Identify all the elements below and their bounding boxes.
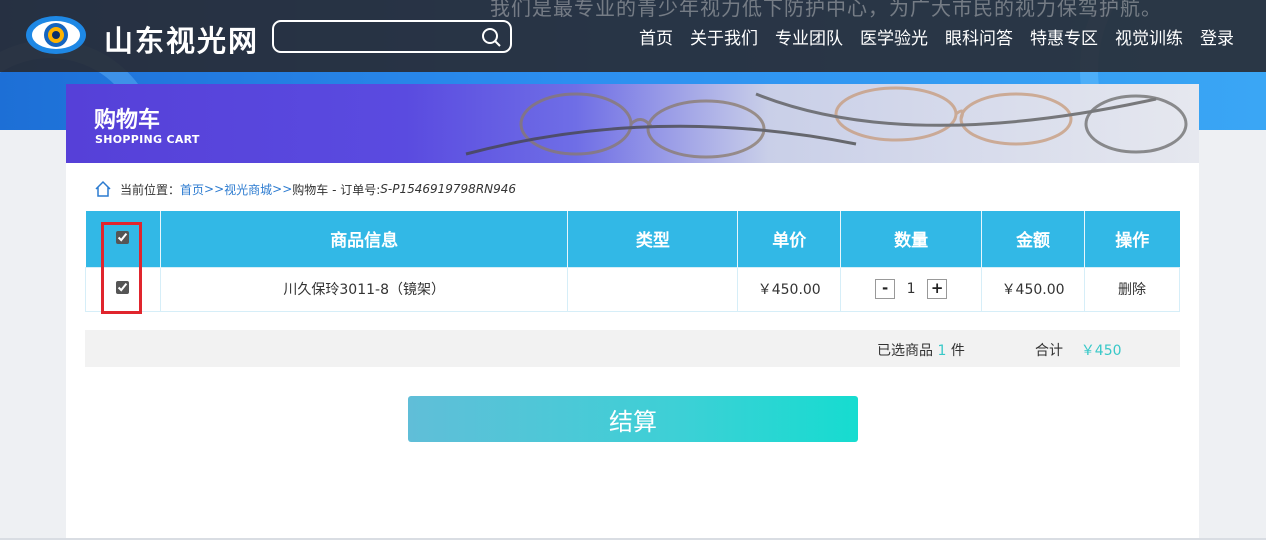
- table-header-row: 商品信息 类型 单价 数量 金额 操作: [85, 211, 1180, 267]
- nav-qa[interactable]: 眼科问答: [945, 24, 1013, 49]
- nav-training[interactable]: 视觉训练: [1115, 24, 1183, 49]
- quantity-decrease-button[interactable]: -: [875, 279, 896, 299]
- header-amount: 金额: [981, 211, 1086, 267]
- selected-count-text: 已选商品 1 件: [877, 340, 965, 360]
- selected-label: 已选商品: [877, 343, 933, 359]
- row-select-cell: [85, 266, 161, 312]
- breadcrumb: 当前位置： 首页 >> 视光商城 >> 购物车 - 订单号: S-P154691…: [94, 180, 516, 198]
- product-type: [567, 266, 739, 312]
- row-checkbox[interactable]: [116, 280, 130, 294]
- selected-count: 1: [937, 343, 947, 359]
- banner-title: 购物车: [94, 108, 161, 133]
- product-name[interactable]: 川久保玲3011-8（镜架）: [159, 266, 569, 312]
- select-all-checkbox[interactable]: [116, 230, 130, 244]
- total-label: 合计: [1035, 343, 1063, 359]
- breadcrumb-shop-link[interactable]: 视光商城: [224, 181, 272, 198]
- search-icon[interactable]: [480, 26, 502, 48]
- breadcrumb-sep2: >>: [272, 182, 293, 196]
- cart-summary-bar: 已选商品 1 件 合计 ￥450: [85, 330, 1180, 367]
- delete-link[interactable]: 删除: [1084, 266, 1180, 312]
- header-unit-price: 单价: [737, 211, 842, 267]
- eye-logo-icon[interactable]: [24, 12, 88, 58]
- nav-login[interactable]: 登录: [1200, 24, 1234, 49]
- quantity-value: 1: [906, 281, 916, 297]
- breadcrumb-current: 购物车 - 订单号:: [292, 182, 381, 197]
- site-name[interactable]: 山东视光网: [104, 18, 259, 60]
- site-header: 我们是最专业的青少年视力低下防护中心，为广大市民的视力保驾护航。 山东视光网 首…: [0, 0, 1266, 72]
- cart-card: 购物车 SHOPPING CART 当前位置： 首页 >> 视光商城 >> 购物…: [66, 84, 1199, 540]
- order-number: S-P1546919798RN946: [380, 182, 517, 196]
- main-nav: 首页 关于我们 专业团队 医学验光 眼科问答 特惠专区 视觉训练 登录: [639, 24, 1234, 49]
- header-product-info: 商品信息: [160, 211, 569, 267]
- quantity-increase-button[interactable]: +: [927, 279, 948, 299]
- breadcrumb-sep1: >>: [204, 182, 225, 196]
- cart-table: 商品信息 类型 单价 数量 金额 操作 川久保玲3011-8（镜架） ￥450.…: [85, 211, 1180, 312]
- breadcrumb-home-link[interactable]: 首页: [180, 181, 204, 198]
- header-type: 类型: [567, 211, 739, 267]
- header-quantity: 数量: [840, 211, 983, 267]
- breadcrumb-prefix: 当前位置：: [120, 182, 181, 197]
- search-input[interactable]: [282, 26, 472, 48]
- selected-unit: 件: [950, 343, 965, 359]
- unit-price: ￥450.00: [737, 266, 842, 312]
- table-row: 川久保玲3011-8（镜架） ￥450.00 - 1 + ￥450.00 删除: [85, 266, 1180, 312]
- header-action: 操作: [1084, 211, 1180, 267]
- nav-specials[interactable]: 特惠专区: [1030, 24, 1098, 49]
- quantity-cell: - 1 +: [840, 266, 983, 312]
- nav-optometry[interactable]: 医学验光: [860, 24, 928, 49]
- nav-home[interactable]: 首页: [639, 24, 673, 49]
- total-value: ￥450: [1080, 343, 1122, 359]
- nav-team[interactable]: 专业团队: [775, 24, 843, 49]
- banner-subtitle: SHOPPING CART: [95, 133, 200, 146]
- search-box: [272, 20, 512, 53]
- quantity-stepper: - 1 +: [875, 279, 948, 299]
- header-select-all: [85, 211, 161, 267]
- line-amount: ￥450.00: [981, 266, 1086, 312]
- total-text: 合计 ￥450: [1035, 340, 1122, 360]
- nav-about[interactable]: 关于我们: [690, 24, 758, 49]
- eyeglasses-banner-image: [465, 86, 1188, 159]
- home-icon: [95, 180, 111, 197]
- checkout-button[interactable]: 结算: [408, 396, 858, 442]
- cart-banner: 购物车 SHOPPING CART: [66, 84, 1199, 163]
- header-slogan: 我们是最专业的青少年视力低下防护中心，为广大市民的视力保驾护航。: [490, 0, 1162, 20]
